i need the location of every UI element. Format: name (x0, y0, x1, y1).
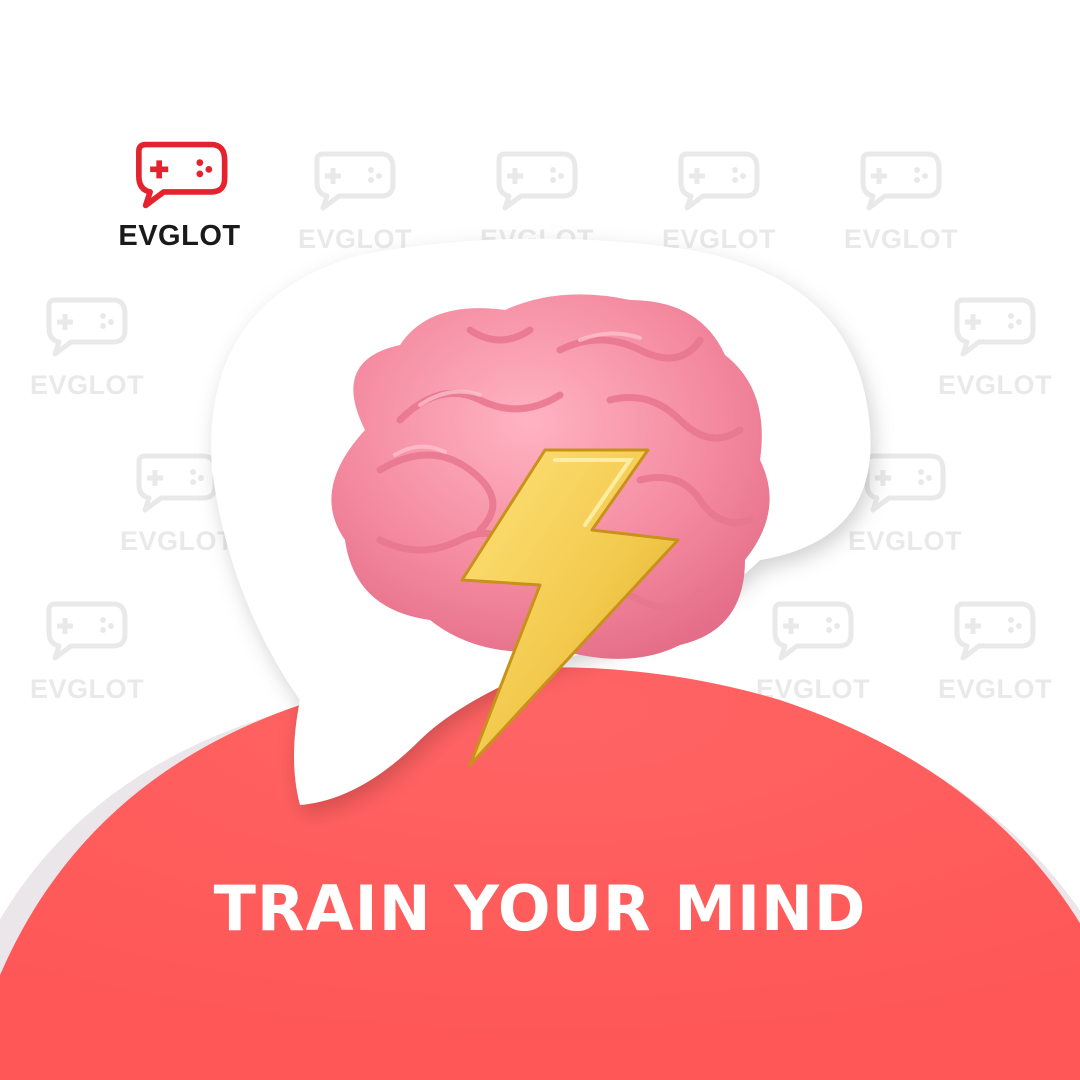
brand-name: EVGLOT (118, 220, 241, 252)
ad-canvas: EVGLOT EVGLOT EVGLOT EVGLOT EVGLOT EVGLO… (0, 0, 1080, 1080)
gamepad-chat-icon (136, 141, 228, 209)
brand-logo[interactable]: EVGLOT (112, 140, 247, 255)
headline: TRAIN YOUR MIND (213, 872, 867, 945)
